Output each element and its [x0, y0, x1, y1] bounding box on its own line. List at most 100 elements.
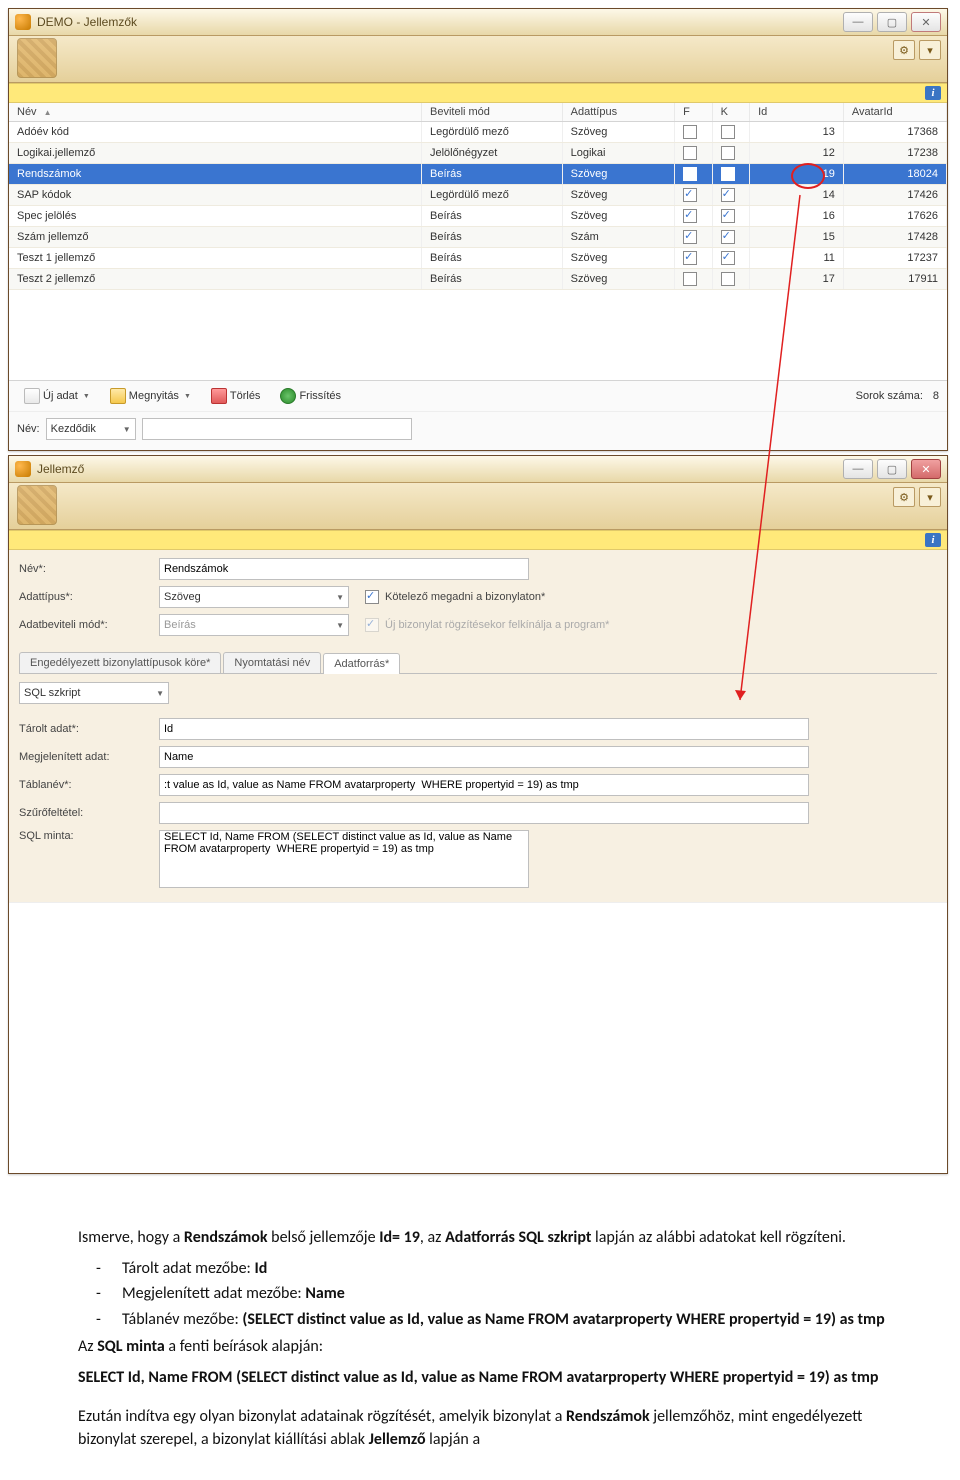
checkbox-k[interactable] — [721, 167, 735, 181]
col-nev[interactable]: Név ▲ — [9, 103, 422, 122]
tab-nyomtatasi-nev[interactable]: Nyomtatási név — [223, 652, 321, 673]
doc-p2: Az SQL minta a fenti beírások alapján: — [78, 1335, 900, 1358]
app-icon — [15, 461, 31, 477]
ribbon-logo — [17, 38, 57, 78]
table-row[interactable]: SAP kódokLegördülő mezőSzöveg1417426 — [9, 185, 947, 206]
checkbox-k[interactable] — [721, 125, 735, 139]
delete-button[interactable]: Törlés — [204, 385, 268, 407]
close-button[interactable]: ✕ — [911, 12, 941, 32]
chevron-down-icon[interactable]: ▾ — [919, 40, 941, 60]
checkbox-f[interactable] — [683, 272, 697, 286]
table-row[interactable]: Adóév kódLegördülő mezőSzöveg1317368 — [9, 122, 947, 143]
tab-bizonylattipusok[interactable]: Engedélyezett bizonylattípusok köre* — [19, 652, 221, 673]
document-body: Ismerve, hogy a Rendszámok belső jellemz… — [0, 1198, 960, 1480]
col-tip[interactable]: Adattípus — [562, 103, 675, 122]
minimize-button[interactable]: — — [843, 459, 873, 479]
checkbox-k[interactable] — [721, 251, 735, 265]
col-f[interactable]: F — [675, 103, 713, 122]
chevron-down-icon[interactable]: ▾ — [919, 487, 941, 507]
minta-textarea[interactable]: SELECT Id, Name FROM (SELECT distinct va… — [159, 830, 529, 888]
doc-p1: Ismerve, hogy a Rendszámok belső jellemz… — [78, 1226, 900, 1249]
checkbox-f[interactable] — [683, 125, 697, 139]
col-k[interactable]: K — [712, 103, 750, 122]
checkbox-f[interactable] — [683, 188, 697, 202]
checkbox-f[interactable] — [683, 230, 697, 244]
szuro-label: Szűrőfeltétel: — [19, 807, 159, 819]
adattipus-label: Adattípus*: — [19, 591, 159, 603]
minimize-button[interactable]: — — [843, 12, 873, 32]
nev-input[interactable] — [159, 558, 529, 580]
checkbox-f[interactable] — [683, 209, 697, 223]
kotelezo-checkbox[interactable] — [365, 590, 379, 604]
filter-label: Név: — [17, 423, 40, 435]
col-bev[interactable]: Beviteli mód — [422, 103, 563, 122]
doc-li2: Megjelenített adat mezőbe: Name — [122, 1282, 900, 1305]
table-row[interactable]: Teszt 2 jellemzőBeírásSzöveg1717911 — [9, 269, 947, 290]
open-button[interactable]: Megnyitás ▼ — [103, 385, 198, 407]
info-icon[interactable]: i — [925, 533, 941, 547]
titlebar-2: Jellemző — ▢ ✕ — [9, 456, 947, 483]
doc-li1: Tárolt adat mezőbe: Id — [122, 1257, 900, 1280]
table-row[interactable]: Spec jelölésBeírásSzöveg1617626 — [9, 206, 947, 227]
properties-table: Név ▲ Beviteli mód Adattípus F K Id Avat… — [9, 103, 947, 290]
ujbiz-label: Új bizonylat rögzítésekor felkínálja a p… — [385, 619, 609, 631]
chevron-down-icon: ▼ — [83, 393, 90, 400]
doc-li3: Táblanév mezőbe: (SELECT distinct value … — [122, 1308, 900, 1331]
adattipus-combo[interactable]: Szöveg ▼ — [159, 586, 349, 608]
ribbon-logo — [17, 485, 57, 525]
checkbox-k[interactable] — [721, 272, 735, 286]
filter-bar: Név: Kezdődik ▼ — [9, 411, 947, 450]
ribbon-2: ⚙ ▾ — [9, 483, 947, 530]
doc-list: Tárolt adat mezőbe: Id Megjelenített ada… — [122, 1257, 900, 1331]
chevron-down-icon: ▼ — [156, 689, 164, 698]
delete-icon — [211, 388, 227, 404]
megjel-input[interactable] — [159, 746, 809, 768]
window-detail: Jellemző — ▢ ✕ ⚙ ▾ i Név*: Adattípus*: — [8, 455, 948, 1174]
tab-adatforras[interactable]: Adatforrás* — [323, 653, 400, 674]
bevmod-combo[interactable]: Beírás ▼ — [159, 614, 349, 636]
close-button[interactable]: ✕ — [911, 459, 941, 479]
checkbox-f[interactable] — [683, 251, 697, 265]
grid-panel: Név ▲ Beviteli mód Adattípus F K Id Avat… — [9, 103, 947, 450]
filter-mode-combo[interactable]: Kezdődik ▼ — [46, 418, 136, 440]
table-row[interactable]: Szám jellemzőBeírásSzám1517428 — [9, 227, 947, 248]
maximize-button[interactable]: ▢ — [877, 12, 907, 32]
blank-area — [9, 902, 947, 1173]
new-icon — [24, 388, 40, 404]
checkbox-f[interactable] — [683, 167, 697, 181]
titlebar-1: DEMO - Jellemzők — ▢ ✕ — [9, 9, 947, 36]
table-row[interactable]: Logikai.jellemzőJelölőnégyzetLogikai1217… — [9, 143, 947, 164]
checkbox-k[interactable] — [721, 188, 735, 202]
col-id[interactable]: Id — [750, 103, 844, 122]
tablanev-input[interactable] — [159, 774, 809, 796]
checkbox-k[interactable] — [721, 209, 735, 223]
gear-icon[interactable]: ⚙ — [893, 40, 915, 60]
nev-label: Név*: — [19, 563, 159, 575]
info-icon[interactable]: i — [925, 86, 941, 100]
tablanev-label: Táblanév*: — [19, 779, 159, 791]
gear-icon[interactable]: ⚙ — [893, 487, 915, 507]
checkbox-f[interactable] — [683, 146, 697, 160]
table-row[interactable]: Teszt 1 jellemzőBeírásSzöveg1117237 — [9, 248, 947, 269]
info-bar-2: i — [9, 530, 947, 550]
chevron-down-icon: ▼ — [123, 425, 131, 434]
chevron-down-icon: ▼ — [184, 393, 191, 400]
grid-toolbar: Új adat ▼ Megnyitás ▼ Törlés Frissítés — [9, 380, 947, 411]
new-button[interactable]: Új adat ▼ — [17, 385, 97, 407]
window-title-1: DEMO - Jellemzők — [37, 15, 843, 29]
szuro-input[interactable] — [159, 802, 809, 824]
col-av[interactable]: AvatarId — [843, 103, 946, 122]
tarolt-label: Tárolt adat*: — [19, 723, 159, 735]
doc-p3: SELECT Id, Name FROM (SELECT distinct va… — [78, 1366, 900, 1389]
checkbox-k[interactable] — [721, 230, 735, 244]
maximize-button[interactable]: ▢ — [877, 459, 907, 479]
rowcount-value: 8 — [933, 390, 939, 402]
doc-p4: Ezután indítva egy olyan bizonylat adata… — [78, 1405, 900, 1451]
refresh-button[interactable]: Frissítés — [273, 385, 348, 407]
tarolt-input[interactable] — [159, 718, 809, 740]
filter-input[interactable] — [142, 418, 412, 440]
checkbox-k[interactable] — [721, 146, 735, 160]
sql-type-combo[interactable]: SQL szkript ▼ — [19, 682, 169, 704]
table-row[interactable]: RendszámokBeírásSzöveg1918024 — [9, 164, 947, 185]
chevron-down-icon: ▼ — [336, 621, 344, 630]
